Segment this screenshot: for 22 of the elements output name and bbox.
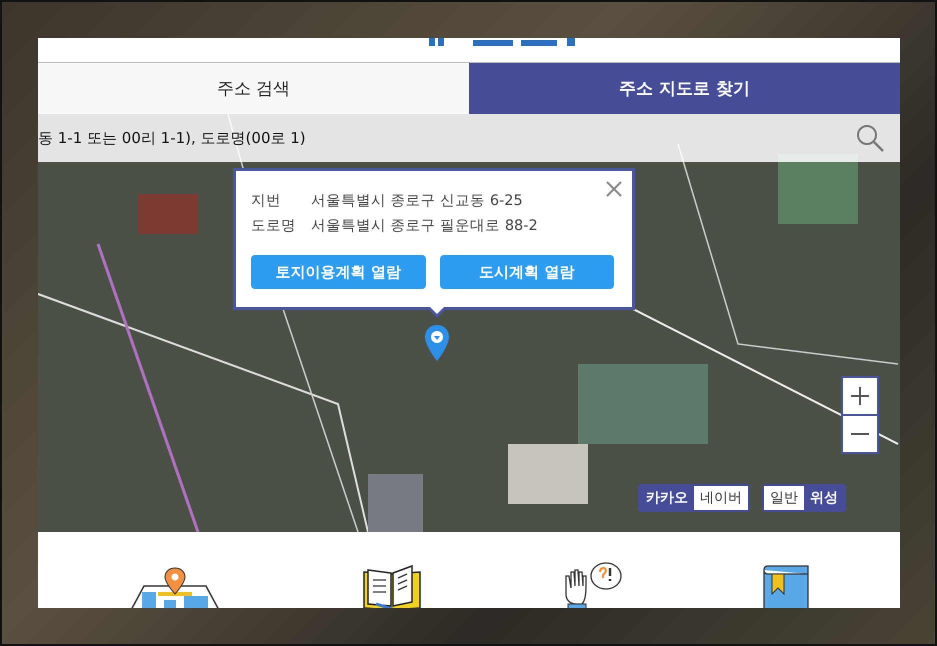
tab[interactable]: 주소 지도로 찾기: [469, 63, 900, 114]
popup-pointer-icon: [426, 307, 448, 319]
tab[interactable]: 주소 검색: [38, 63, 469, 114]
minus-icon: [850, 432, 870, 436]
map-provider-option[interactable]: 네이버: [694, 486, 748, 510]
zoom-in-button[interactable]: [843, 378, 877, 414]
close-icon: [606, 181, 622, 197]
address-label: 도로명: [251, 217, 297, 236]
map-type-option[interactable]: 일반: [764, 486, 804, 510]
zoom-out-button[interactable]: [843, 416, 877, 452]
close-button[interactable]: [606, 181, 622, 197]
map-pin-icon: [424, 324, 450, 362]
open-book-icon[interactable]: [362, 564, 422, 608]
search-button[interactable]: [840, 114, 900, 162]
address-value: 서울특별시 종로구 필운대로 88-2: [311, 217, 538, 236]
plus-icon: [850, 386, 870, 406]
search-icon: [856, 124, 884, 152]
book-bookmark-icon[interactable]: [762, 564, 810, 608]
address-label: 지번: [251, 192, 282, 211]
address-value: 서울특별시 종로구 신교동 6-25: [311, 192, 523, 211]
satellite-map[interactable]: 동 1-1 또는 00리 1-1), 도로명(00로 1) 지번 서울특별시 종로구 신교동 6-25 도로명 서울특별시 종로구 필운대로 88-2 토지이용계획 열람 도시계획 열람 카카오 네이버 일반 위성: [38, 114, 900, 532]
search-field[interactable]: 동 1-1 또는 00리 1-1), 도로명(00로 1): [38, 114, 840, 162]
